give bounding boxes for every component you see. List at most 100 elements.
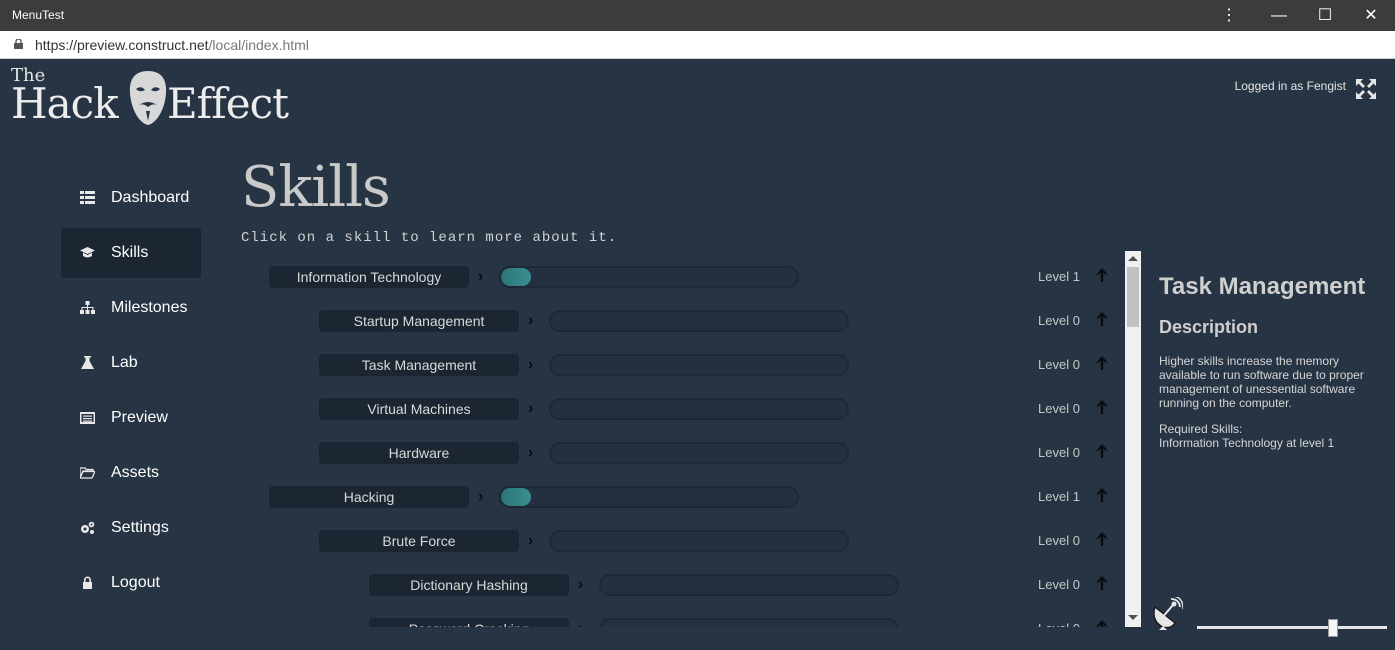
skill-button[interactable]: Hacking [269, 486, 469, 508]
url-host: https://preview.construct.net [35, 37, 209, 53]
url-path: /local/index.html [208, 37, 309, 53]
skill-level: Level 0 [1038, 313, 1080, 328]
detail-title: Task Management [1159, 273, 1366, 300]
satellite-dish-icon[interactable] [1149, 597, 1183, 631]
skill-row[interactable]: Information Technology › Level 1 [241, 263, 1121, 291]
skill-button[interactable]: Hardware [319, 442, 519, 464]
minimize-button[interactable]: — [1256, 0, 1302, 31]
chevron-right-icon[interactable]: › [578, 575, 583, 595]
skill-button[interactable]: Information Technology [269, 266, 469, 288]
chevron-right-icon[interactable]: › [478, 487, 483, 507]
fullscreen-icon[interactable] [1354, 77, 1378, 101]
sidebar-item-lab[interactable]: Lab [61, 338, 201, 388]
lock-icon [14, 39, 23, 49]
chevron-right-icon[interactable]: › [478, 267, 483, 287]
skill-progress-bar [549, 398, 849, 420]
sidebar-item-preview[interactable]: Preview [61, 393, 201, 443]
chevron-right-icon[interactable]: › [528, 311, 533, 331]
page-title: Skills [241, 155, 391, 220]
lock-icon [83, 576, 92, 589]
skill-progress-bar [549, 310, 849, 332]
skill-row[interactable]: Brute Force › Level 0 [241, 527, 1121, 555]
skill-button[interactable]: Dictionary Hashing [369, 574, 569, 596]
level-up-arrow-icon[interactable] [1095, 355, 1109, 371]
skill-row[interactable]: Startup Management › Level 0 [241, 307, 1121, 335]
skill-button[interactable]: Task Management [319, 354, 519, 376]
volume-slider[interactable] [1197, 619, 1387, 637]
skills-list[interactable]: Information Technology › Level 1 Startup Ma… [241, 253, 1121, 627]
skill-progress-bar [599, 574, 899, 596]
sidebar-item-settings[interactable]: Settings [61, 503, 201, 553]
skill-level: Level 0 [1038, 445, 1080, 460]
skill-button[interactable]: Virtual Machines [319, 398, 519, 420]
skill-progress-fill [501, 488, 531, 506]
required-skills-label: Required Skills: [1159, 422, 1243, 436]
skill-level: Level 0 [1038, 621, 1080, 627]
skill-button[interactable]: Brute Force [319, 530, 519, 552]
window-title: MenuTest [12, 8, 65, 22]
close-button[interactable]: ✕ [1348, 0, 1394, 31]
skill-row[interactable]: Hardware › Level 0 [241, 439, 1121, 467]
sidebar-item-skills[interactable]: Skills [61, 228, 201, 278]
skill-row[interactable]: Dictionary Hashing › Level 0 [241, 571, 1121, 599]
scroll-down-icon[interactable] [1128, 615, 1138, 620]
grid-icon [80, 191, 95, 204]
sidebar-item-label: Lab [111, 354, 138, 371]
sidebar-item-logout[interactable]: Logout [61, 558, 201, 608]
skill-progress-bar [549, 530, 849, 552]
skill-button[interactable]: Startup Management [319, 310, 519, 332]
chevron-right-icon[interactable]: › [578, 619, 583, 627]
more-options-icon[interactable]: ⋮ [1206, 0, 1252, 31]
level-up-arrow-icon[interactable] [1095, 267, 1109, 283]
sidebar-item-label: Preview [111, 409, 168, 426]
scroll-up-icon[interactable] [1128, 256, 1138, 261]
chevron-right-icon[interactable]: › [528, 443, 533, 463]
window-titlebar: MenuTest ⋮ — ☐ ✕ [0, 0, 1395, 31]
skill-row[interactable]: Password Cracking › Level 0 [241, 615, 1121, 627]
address-bar[interactable]: https://preview.construct.net/local/inde… [0, 31, 1395, 59]
graduation-cap-icon [80, 247, 95, 258]
skill-level: Level 0 [1038, 401, 1080, 416]
level-up-arrow-icon[interactable] [1095, 399, 1109, 415]
logo-effect: Effect [167, 79, 289, 128]
skill-row[interactable]: Virtual Machines › Level 0 [241, 395, 1121, 423]
level-up-arrow-icon[interactable] [1095, 311, 1109, 327]
app-root: The Hack Effect Logged in as Fengist Das… [1, 59, 1394, 649]
skill-button[interactable]: Password Cracking [369, 618, 569, 627]
chevron-right-icon[interactable]: › [528, 355, 533, 375]
skill-progress-bar [499, 266, 799, 288]
sidebar-item-dashboard[interactable]: Dashboard [61, 173, 201, 223]
level-up-arrow-icon[interactable] [1095, 575, 1109, 591]
sidebar-item-label: Dashboard [111, 189, 190, 206]
volume-knob[interactable] [1328, 619, 1339, 637]
sidebar-item-label: Skills [111, 244, 149, 261]
skill-level: Level 0 [1038, 357, 1080, 372]
sitemap-icon [80, 301, 95, 314]
scrollbar-thumb[interactable] [1127, 267, 1139, 327]
sidebar-item-label: Assets [111, 464, 160, 481]
maximize-button[interactable]: ☐ [1302, 0, 1348, 31]
chevron-right-icon[interactable]: › [528, 531, 533, 551]
level-up-arrow-icon[interactable] [1095, 443, 1109, 459]
skill-detail-panel: Task Management Description Higher skill… [1159, 273, 1379, 450]
sidebar-item-milestones[interactable]: Milestones [61, 283, 201, 333]
folder-open-icon [80, 467, 95, 479]
sidebar-nav: Dashboard Skills Milestones Lab Preview … [61, 173, 201, 613]
skill-progress-fill [501, 268, 531, 286]
address-url[interactable]: https://preview.construct.net/local/inde… [35, 37, 309, 53]
level-up-arrow-icon[interactable] [1095, 531, 1109, 547]
skill-progress-bar [499, 486, 799, 508]
level-up-arrow-icon[interactable] [1095, 619, 1109, 627]
logged-in-label: Logged in as Fengist [1234, 79, 1346, 93]
page-subtitle: Click on a skill to learn more about it. [241, 230, 618, 246]
skill-row[interactable]: Hacking › Level 1 [241, 483, 1121, 511]
volume-track[interactable] [1197, 626, 1387, 629]
skill-level: Level 0 [1038, 533, 1080, 548]
level-up-arrow-icon[interactable] [1095, 487, 1109, 503]
sidebar-item-assets[interactable]: Assets [61, 448, 201, 498]
skills-scrollbar[interactable] [1125, 251, 1141, 627]
chevron-right-icon[interactable]: › [528, 399, 533, 419]
required-skills-value: Information Technology at level 1 [1159, 436, 1335, 450]
skill-row[interactable]: Task Management › Level 0 [241, 351, 1121, 379]
skill-progress-bar [549, 354, 849, 376]
